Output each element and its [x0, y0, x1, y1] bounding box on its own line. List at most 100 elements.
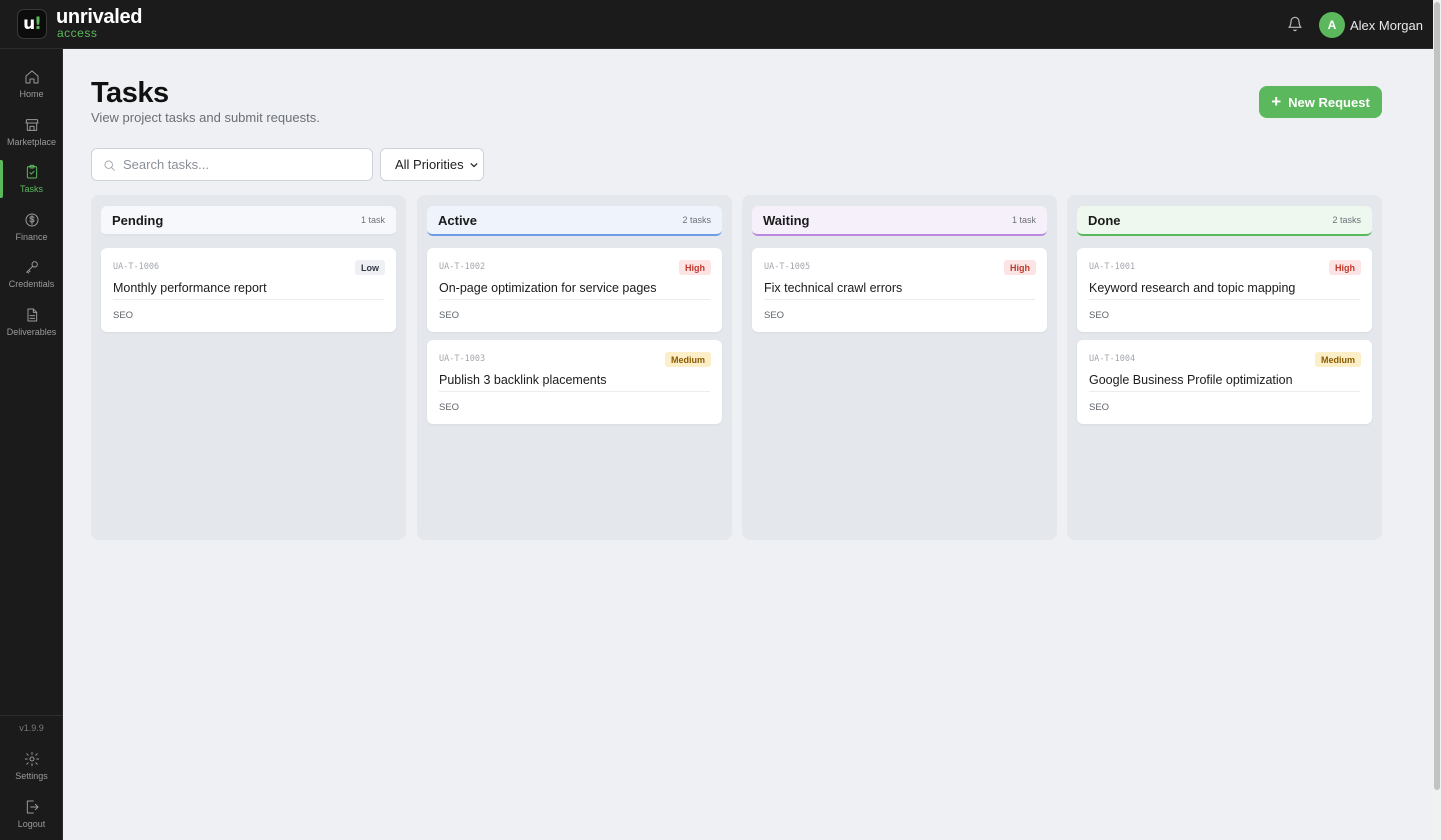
- task-card[interactable]: UA-T-1001 High Keyword research and topi…: [1077, 248, 1372, 332]
- column-waiting: Waiting 1 task UA-T-1005 High Fix techni…: [742, 195, 1057, 540]
- sidebar-item-home[interactable]: Home: [0, 65, 63, 109]
- task-category: SEO: [439, 310, 460, 321]
- card-divider: [1089, 299, 1360, 300]
- card-divider: [1089, 391, 1360, 392]
- column-title: Pending: [112, 212, 164, 228]
- task-card[interactable]: UA-T-1004 Medium Google Business Profile…: [1077, 340, 1372, 424]
- column-count: 2 tasks: [682, 215, 711, 225]
- store-icon: [25, 119, 38, 131]
- column-count: 1 task: [360, 215, 385, 225]
- column-pending: Pending 1 task UA-T-1006 Low Monthly per…: [91, 195, 406, 540]
- task-id: UA-T-1006: [113, 262, 160, 272]
- task-id: UA-T-1002: [439, 262, 486, 272]
- column-active: Active 2 tasks UA-T-1002 High On-page op…: [417, 195, 732, 540]
- search-box: [91, 148, 373, 181]
- task-category: SEO: [113, 310, 134, 321]
- sidebar-item-label: Finance: [15, 232, 48, 242]
- sidebar-divider: [0, 715, 63, 716]
- top-bar: u! unrivaled access A Alex Morgan: [0, 0, 1433, 49]
- column-header: Pending 1 task: [101, 206, 396, 236]
- key-icon: [25, 261, 38, 274]
- sidebar-item-deliverables[interactable]: Deliverables: [0, 303, 63, 347]
- column-title: Active: [438, 212, 478, 228]
- sidebar-item-credentials[interactable]: Credentials: [0, 255, 63, 299]
- page-title: Tasks: [91, 77, 169, 109]
- sidebar: Home Marketplace Tasks Finance Credentia…: [0, 49, 63, 840]
- priority-badge: High: [679, 260, 711, 275]
- sidebar-item-label: Credentials: [8, 279, 55, 289]
- task-category: SEO: [1089, 310, 1110, 321]
- task-id: UA-T-1004: [1089, 354, 1136, 364]
- task-title: On-page optimization for service pages: [439, 281, 657, 295]
- app-subname: access: [57, 26, 98, 40]
- column-count: 2 tasks: [1332, 215, 1361, 225]
- task-category: SEO: [764, 310, 785, 321]
- priority-select-value: All Priorities: [395, 157, 464, 172]
- home-icon: [25, 70, 38, 84]
- priority-badge: High: [1329, 260, 1361, 275]
- task-card[interactable]: UA-T-1005 High Fix technical crawl error…: [752, 248, 1047, 332]
- sidebar-item-label: Marketplace: [6, 137, 57, 147]
- logo-mark: u: [23, 13, 35, 34]
- task-title: Google Business Profile optimization: [1089, 373, 1293, 387]
- column-count: 1 task: [1011, 215, 1036, 225]
- sidebar-item-label: Settings: [15, 771, 48, 781]
- document-icon: [27, 308, 37, 322]
- page-scrollbar[interactable]: [1433, 0, 1441, 840]
- priority-badge: Medium: [1314, 352, 1361, 367]
- sidebar-item-label: Home: [19, 89, 44, 99]
- gear-icon: [24, 751, 39, 767]
- search-icon: [104, 160, 115, 171]
- version-label: v1.9.9: [19, 723, 44, 733]
- page-subtitle: View project tasks and submit requests.: [91, 110, 320, 125]
- sidebar-item-logout[interactable]: Logout: [0, 795, 63, 839]
- new-request-button[interactable]: + New Request: [1259, 86, 1382, 118]
- avatar[interactable]: A: [1319, 12, 1345, 38]
- card-divider: [439, 391, 710, 392]
- task-card[interactable]: UA-T-1002 High On-page optimization for …: [427, 248, 722, 332]
- sidebar-item-label: Tasks: [19, 184, 43, 194]
- sidebar-item-label: Logout: [17, 819, 46, 829]
- task-id: UA-T-1003: [439, 354, 486, 364]
- task-title: Monthly performance report: [113, 281, 267, 295]
- task-id: UA-T-1005: [764, 262, 811, 272]
- task-card[interactable]: UA-T-1003 Medium Publish 3 backlink plac…: [427, 340, 722, 424]
- sidebar-item-label: Deliverables: [6, 327, 57, 337]
- priority-badge: Low: [355, 260, 385, 275]
- card-divider: [113, 299, 384, 300]
- bell-icon[interactable]: [1287, 16, 1303, 32]
- card-divider: [764, 299, 1035, 300]
- scrollbar-thumb[interactable]: [1434, 2, 1440, 790]
- priority-badge: High: [1004, 260, 1036, 275]
- card-divider: [439, 299, 710, 300]
- task-id: UA-T-1001: [1089, 262, 1136, 272]
- logo-icon[interactable]: u!: [17, 9, 47, 39]
- sidebar-item-settings[interactable]: Settings: [0, 747, 63, 791]
- clipboard-check-icon: [26, 164, 37, 179]
- task-title: Fix technical crawl errors: [764, 281, 903, 295]
- app-name[interactable]: unrivaled: [56, 7, 143, 27]
- sidebar-item-tasks[interactable]: Tasks: [0, 160, 63, 204]
- new-request-label: New Request: [1288, 94, 1370, 110]
- sidebar-item-finance[interactable]: Finance: [0, 208, 63, 252]
- priority-badge: Medium: [664, 352, 711, 367]
- plus-icon: +: [1271, 91, 1282, 111]
- column-title: Waiting: [763, 212, 810, 228]
- task-card[interactable]: UA-T-1006 Low Monthly performance report…: [101, 248, 396, 332]
- column-header: Waiting 1 task: [752, 206, 1047, 236]
- user-name[interactable]: Alex Morgan: [1350, 18, 1423, 33]
- column-done: Done 2 tasks UA-T-1001 High Keyword rese…: [1067, 195, 1382, 540]
- priority-select[interactable]: All Priorities: [380, 148, 484, 181]
- search-input[interactable]: [123, 149, 368, 180]
- task-title: Keyword research and topic mapping: [1089, 281, 1296, 295]
- task-category: SEO: [439, 402, 460, 413]
- logo-mark-accent: !: [34, 13, 42, 34]
- sidebar-item-marketplace[interactable]: Marketplace: [0, 113, 63, 157]
- column-header: Done 2 tasks: [1077, 206, 1372, 236]
- dollar-circle-icon: [25, 213, 38, 227]
- logout-icon: [26, 800, 38, 814]
- task-title: Publish 3 backlink placements: [439, 373, 607, 387]
- column-title: Done: [1088, 212, 1121, 228]
- chevron-down-icon: [470, 163, 478, 168]
- column-header: Active 2 tasks: [427, 206, 722, 236]
